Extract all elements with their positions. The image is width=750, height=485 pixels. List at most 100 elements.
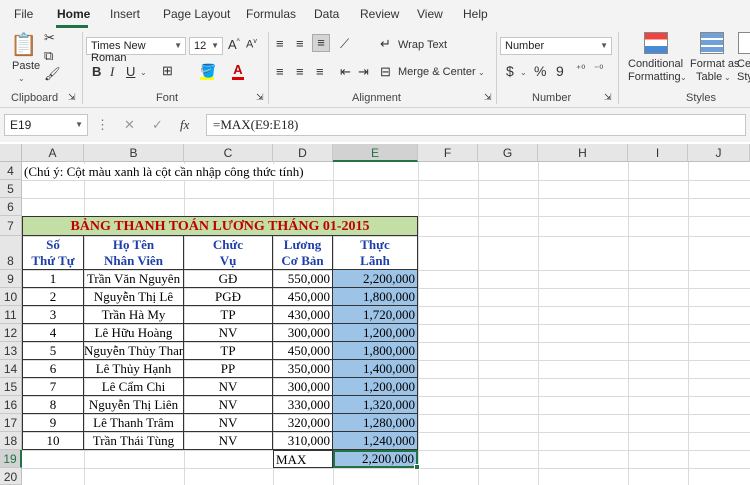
wrap-text-button[interactable]: Wrap Text — [398, 39, 447, 51]
row-header-7[interactable]: 7 — [0, 216, 22, 236]
row-header-19[interactable]: 19 — [0, 450, 22, 468]
increase-indent-icon[interactable]: ⇥ — [358, 64, 369, 80]
row-header-16[interactable]: 16 — [0, 396, 22, 414]
column-header-e[interactable]: E — [333, 144, 418, 162]
base-salary-cell[interactable]: 310,000 — [273, 432, 333, 450]
align-middle-icon[interactable]: ≡ — [296, 36, 304, 51]
merge-center-icon[interactable]: ⊟ — [380, 64, 391, 80]
base-salary-cell[interactable]: 300,000 — [273, 378, 333, 396]
align-top-icon[interactable]: ≡ — [276, 36, 284, 51]
stt-cell[interactable]: 6 — [22, 360, 84, 378]
name-cell[interactable]: Trần Hà My — [84, 306, 184, 324]
paste-button[interactable]: Paste — [12, 60, 40, 72]
column-header-j[interactable]: J — [688, 144, 750, 162]
tab-view[interactable]: View — [417, 7, 443, 21]
fill-handle[interactable] — [414, 464, 420, 470]
column-header-b[interactable]: B — [84, 144, 184, 162]
role-cell[interactable]: NV — [184, 396, 273, 414]
net-pay-cell[interactable]: 1,200,000 — [333, 324, 418, 342]
row-header-15[interactable]: 15 — [0, 378, 22, 396]
format-as-table-label-2[interactable]: Table — [696, 71, 722, 83]
row-header-18[interactable]: 18 — [0, 432, 22, 450]
base-salary-cell[interactable]: 550,000 — [273, 270, 333, 288]
base-salary-cell[interactable]: 450,000 — [273, 288, 333, 306]
tab-help[interactable]: Help — [463, 7, 488, 21]
stt-cell[interactable]: 8 — [22, 396, 84, 414]
header-name[interactable]: Họ Tên Nhân Viên — [84, 236, 184, 270]
align-center-icon[interactable]: ≡ — [296, 64, 304, 79]
max-label-cell[interactable]: MAX — [273, 450, 333, 468]
name-cell[interactable]: Nguyễn Thị Liên — [84, 396, 184, 414]
row-header-8[interactable]: 8 — [0, 236, 22, 270]
align-left-icon[interactable]: ≡ — [276, 64, 284, 79]
net-pay-cell[interactable]: 1,400,000 — [333, 360, 418, 378]
net-pay-cell[interactable]: 1,240,000 — [333, 432, 418, 450]
row-header-12[interactable]: 12 — [0, 324, 22, 342]
row-header-13[interactable]: 13 — [0, 342, 22, 360]
row-header-5[interactable]: 5 — [0, 180, 22, 198]
base-salary-cell[interactable]: 320,000 — [273, 414, 333, 432]
net-pay-cell[interactable]: 1,800,000 — [333, 342, 418, 360]
bold-button[interactable]: B — [92, 64, 101, 79]
name-cell[interactable]: Lê Hữu Hoàng — [84, 324, 184, 342]
stt-cell[interactable]: 5 — [22, 342, 84, 360]
stt-cell[interactable]: 10 — [22, 432, 84, 450]
decrease-font-icon[interactable]: Av — [246, 38, 257, 51]
stt-cell[interactable]: 7 — [22, 378, 84, 396]
more-options-icon[interactable]: ⋮ — [96, 117, 109, 133]
role-cell[interactable]: NV — [184, 324, 273, 342]
column-header-g[interactable]: G — [478, 144, 538, 162]
column-header-d[interactable]: D — [273, 144, 333, 162]
header-net-pay[interactable]: Thực Lãnh — [333, 236, 418, 270]
paste-dropdown-icon[interactable]: ⌄ — [18, 74, 25, 83]
note-cell[interactable]: (Chú ý: Cột màu xanh là cột cần nhập côn… — [24, 164, 304, 180]
header-base-salary[interactable]: Lương Cơ Bản — [273, 236, 333, 270]
cell-styles-label-2[interactable]: Sty — [737, 71, 750, 83]
row-header-20[interactable]: 20 — [0, 468, 22, 485]
base-salary-cell[interactable]: 330,000 — [273, 396, 333, 414]
percent-button[interactable]: % — [534, 63, 546, 79]
cancel-icon[interactable]: ✕ — [124, 117, 135, 133]
row-header-10[interactable]: 10 — [0, 288, 22, 306]
cell-styles-icon[interactable] — [738, 32, 750, 54]
align-right-icon[interactable]: ≡ — [316, 64, 324, 79]
row-header-4[interactable]: 4 — [0, 162, 22, 180]
table-title[interactable]: BẢNG THANH TOÁN LƯƠNG THÁNG 01-2015 — [22, 216, 418, 236]
max-value-cell[interactable]: 2,200,000 — [333, 450, 418, 468]
role-cell[interactable]: NV — [184, 432, 273, 450]
cut-icon[interactable]: ✂ — [44, 30, 55, 46]
stt-cell[interactable]: 9 — [22, 414, 84, 432]
column-header-i[interactable]: I — [628, 144, 688, 162]
font-color-icon[interactable]: A — [232, 62, 244, 80]
header-role[interactable]: Chức Vụ — [184, 236, 273, 270]
name-cell[interactable]: Lê Thanh Trâm — [84, 414, 184, 432]
decrease-decimal-icon[interactable]: ⁻⁰ — [594, 64, 603, 75]
net-pay-cell[interactable]: 1,720,000 — [333, 306, 418, 324]
format-painter-icon[interactable]: 🖌 — [44, 66, 61, 82]
name-cell[interactable]: Lê Cẩm Chi — [84, 378, 184, 396]
enter-icon[interactable]: ✓ — [152, 117, 163, 133]
net-pay-cell[interactable]: 1,320,000 — [333, 396, 418, 414]
stt-cell[interactable]: 1 — [22, 270, 84, 288]
role-cell[interactable]: TP — [184, 342, 273, 360]
net-pay-cell[interactable]: 1,280,000 — [333, 414, 418, 432]
row-header-11[interactable]: 11 — [0, 306, 22, 324]
worksheet-grid[interactable]: A B C D E F G H I J 4 5 6 7 8 9 10 11 12… — [0, 144, 750, 485]
font-launcher-icon[interactable]: ⇲ — [256, 92, 264, 103]
column-header-a[interactable]: A — [22, 144, 84, 162]
tab-data[interactable]: Data — [314, 7, 339, 21]
merge-dropdown-icon[interactable]: ⌄ — [478, 68, 485, 77]
tab-review[interactable]: Review — [360, 7, 399, 21]
increase-decimal-icon[interactable]: ⁺⁰ — [576, 64, 585, 75]
increase-font-icon[interactable]: A^ — [228, 37, 240, 52]
tab-insert[interactable]: Insert — [110, 7, 140, 21]
clipboard-launcher-icon[interactable]: ⇲ — [68, 92, 76, 103]
name-cell[interactable]: Lê Thủy Hạnh — [84, 360, 184, 378]
role-cell[interactable]: PGĐ — [184, 288, 273, 306]
column-header-f[interactable]: F — [418, 144, 478, 162]
font-name-select[interactable]: Times New Roman ▼ — [86, 37, 186, 64]
formula-input[interactable]: =MAX(E9:E18) — [206, 114, 746, 136]
header-stt[interactable]: Số Thứ Tự — [22, 236, 84, 270]
font-size-select[interactable]: 12 ▼ — [189, 37, 223, 55]
base-salary-cell[interactable]: 350,000 — [273, 360, 333, 378]
